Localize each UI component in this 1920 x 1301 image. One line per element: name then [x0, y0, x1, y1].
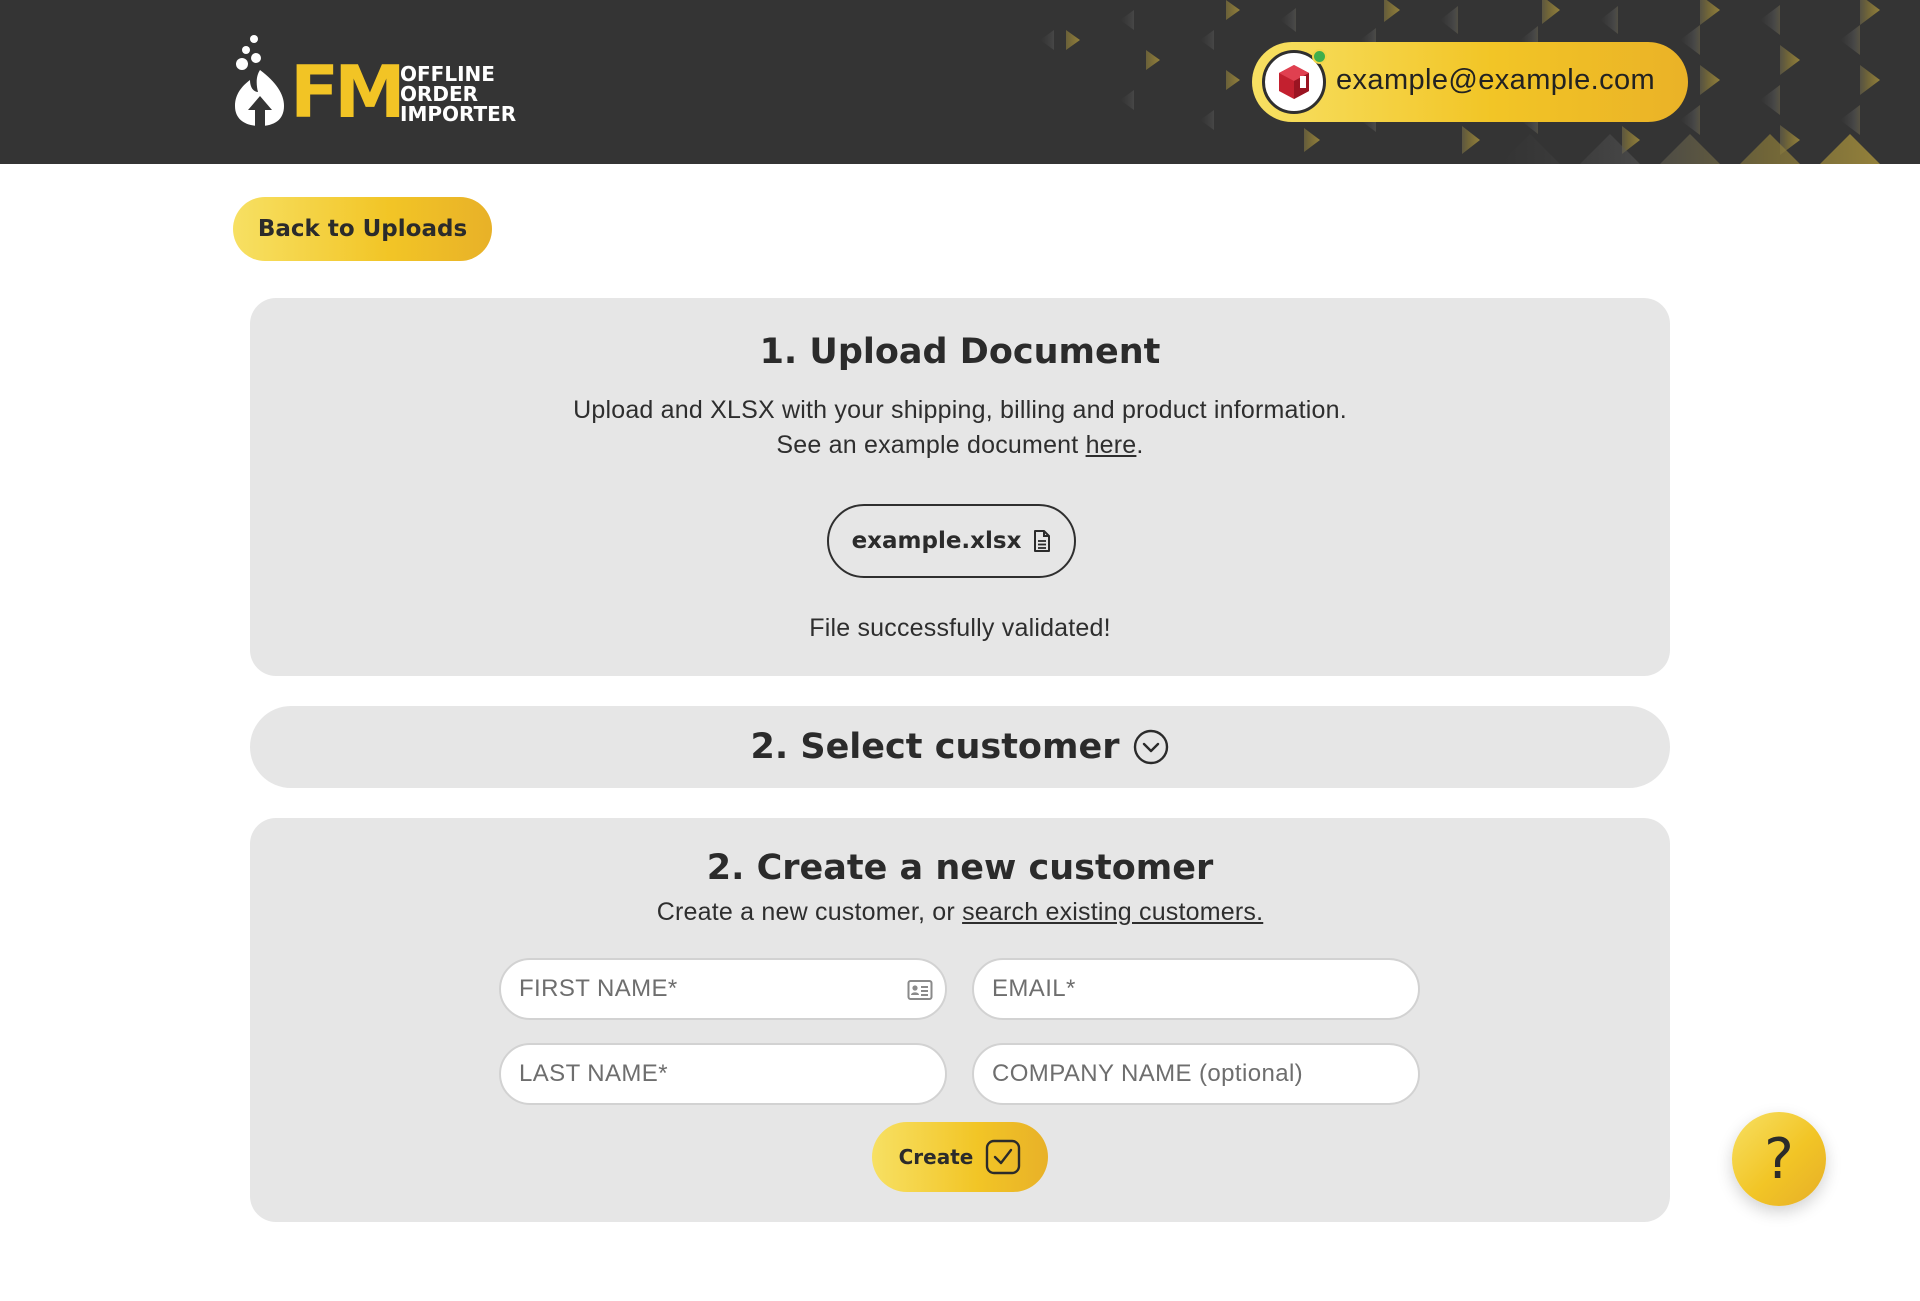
contact-card-icon	[907, 980, 933, 1000]
help-button[interactable]: ?	[1732, 1112, 1826, 1206]
create-customer-title: 2. Create a new customer	[706, 848, 1214, 888]
company-name-input[interactable]	[974, 1045, 1418, 1103]
example-document-link[interactable]: here	[1086, 431, 1137, 459]
create-button-label: Create	[898, 1145, 974, 1169]
email-input[interactable]	[974, 960, 1418, 1018]
search-existing-customers-link[interactable]: search existing customers.	[962, 898, 1263, 926]
online-status-dot	[1312, 49, 1327, 64]
file-name: example.xlsx	[851, 528, 1022, 554]
example-document-line: See an example document here.	[250, 431, 1670, 460]
store-logo-icon	[1279, 65, 1309, 99]
last-name-input[interactable]	[501, 1045, 945, 1103]
example-suffix: .	[1136, 431, 1144, 459]
email-field-wrapper	[972, 958, 1420, 1020]
avatar	[1262, 49, 1327, 114]
select-customer-title: 2. Select customer	[750, 727, 1120, 767]
company-name-field-wrapper	[972, 1043, 1420, 1105]
first-name-field-wrapper	[499, 958, 947, 1020]
account-email: example@example.com	[1336, 64, 1656, 96]
example-prefix: See an example document	[776, 431, 1086, 459]
logo-wordmark: OFFLINE ORDER IMPORTER	[400, 64, 516, 124]
document-icon	[1034, 530, 1051, 552]
logo-fm-mark: FM	[290, 50, 406, 134]
validation-status: File successfully validated!	[809, 614, 1111, 642]
last-name-field-wrapper	[499, 1043, 947, 1105]
back-to-uploads-button[interactable]: Back to Uploads	[233, 197, 492, 261]
first-name-input[interactable]	[501, 960, 945, 1018]
create-customer-subtitle: Create a new customer, or search existin…	[250, 898, 1670, 927]
account-menu-button[interactable]: example@example.com	[1252, 42, 1688, 122]
logo-line-2: ORDER	[400, 82, 479, 106]
create-customer-panel: 2. Create a new customer Create a new cu…	[250, 818, 1670, 1222]
upload-description: Upload and XLSX with your shipping, bill…	[573, 396, 1347, 424]
app-logo[interactable]: FM OFFLINE ORDER IMPORTER	[232, 34, 532, 130]
chevron-down-circle-icon	[1134, 729, 1169, 765]
logo-line-3: IMPORTER	[400, 102, 517, 126]
select-customer-toggle[interactable]: 2. Select customer	[250, 706, 1670, 788]
select-customer-header: 2. Select customer	[250, 706, 1670, 788]
upload-document-panel: 1. Upload Document Upload and XLSX with …	[250, 298, 1670, 676]
checkbox-check-icon	[986, 1139, 1021, 1175]
help-question-mark-icon: ?	[1764, 1126, 1794, 1192]
logo-line-1: OFFLINE	[400, 62, 495, 86]
create-customer-button[interactable]: Create	[872, 1122, 1048, 1192]
upload-title: 1. Upload Document	[759, 332, 1161, 372]
fire-drop-icon	[235, 35, 284, 126]
uploaded-file-button[interactable]: example.xlsx	[827, 504, 1076, 578]
app-header: FM OFFLINE ORDER IMPORTER example@exampl…	[0, 0, 1920, 164]
create-subtitle-prefix: Create a new customer, or	[656, 898, 963, 926]
